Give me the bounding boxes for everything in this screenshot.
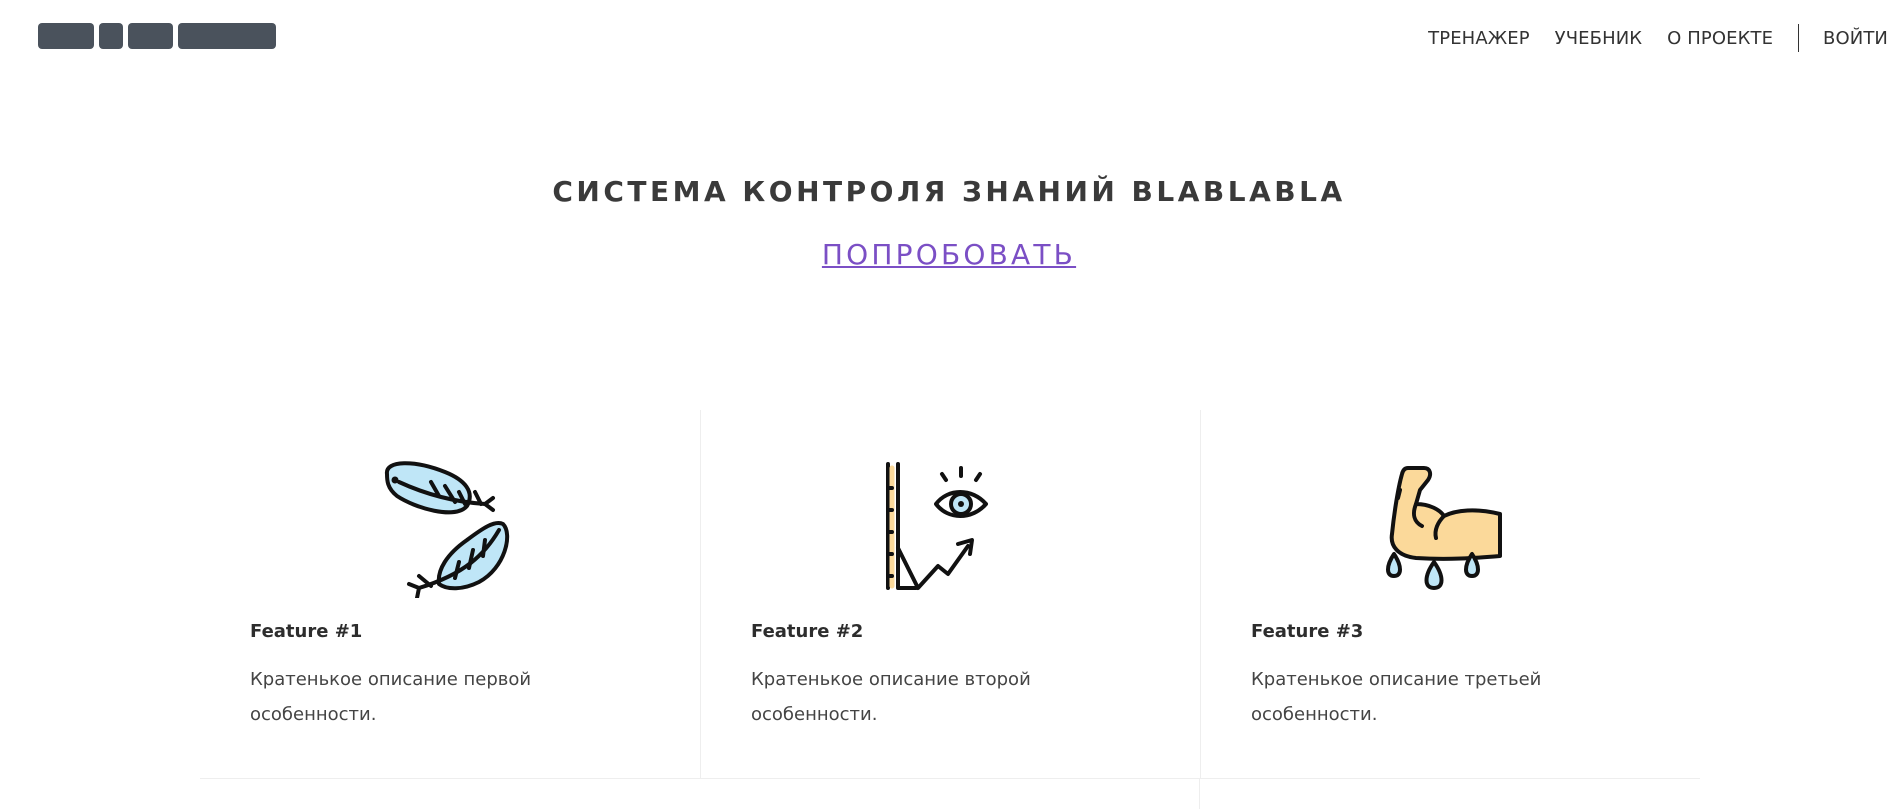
divider — [1199, 778, 1200, 809]
nav-link-about[interactable]: О ПРОЕКТЕ — [1667, 28, 1773, 49]
try-link[interactable]: ПОПРОБОВАТЬ — [822, 238, 1076, 271]
features-section: Feature #1 Кратенькое описание первой ос… — [200, 410, 1700, 779]
page: ТРЕНАЖЕР УЧЕБНИК О ПРОЕКТЕ ВОЙТИ СИСТЕМА… — [0, 0, 1898, 809]
eye-growth-chart-icon — [886, 462, 988, 590]
feature-title: Feature #3 — [1251, 621, 1364, 642]
logo-block — [99, 23, 123, 49]
logo-block — [38, 23, 94, 49]
nav-link-trainer[interactable]: ТРЕНАЖЕР — [1428, 28, 1530, 49]
logo[interactable] — [38, 23, 276, 49]
nav-link-login[interactable]: ВОЙТИ — [1823, 28, 1888, 49]
logo-block — [128, 23, 173, 49]
feature-title: Feature #1 — [250, 621, 363, 642]
main-nav: ТРЕНАЖЕР УЧЕБНИК О ПРОЕКТЕ ВОЙТИ — [1428, 22, 1888, 54]
feature-card: Feature #3 Кратенькое описание третьей о… — [1200, 410, 1700, 778]
feature-description: Кратенькое описание второй особенности. — [751, 669, 1031, 725]
nav-separator — [1798, 24, 1800, 52]
strong-arm-sweat-icon — [1386, 466, 1502, 590]
feature-title: Feature #2 — [751, 621, 864, 642]
feature-card: Feature #2 Кратенькое описание второй ос… — [700, 410, 1200, 778]
feature-card: Feature #1 Кратенькое описание первой ос… — [200, 410, 700, 778]
feathers-icon — [385, 461, 509, 598]
hero-title: СИСТЕМА КОНТРОЛЯ ЗНАНИЙ BLABLABLA — [552, 175, 1346, 208]
feature-description: Кратенькое описание третьей особенности. — [1251, 669, 1542, 725]
nav-link-textbook[interactable]: УЧЕБНИК — [1555, 28, 1643, 49]
logo-block — [178, 23, 276, 49]
hero-cta-wrap: ПОПРОБОВАТЬ — [0, 238, 1898, 271]
feature-description: Кратенькое описание первой особенности. — [250, 669, 532, 725]
